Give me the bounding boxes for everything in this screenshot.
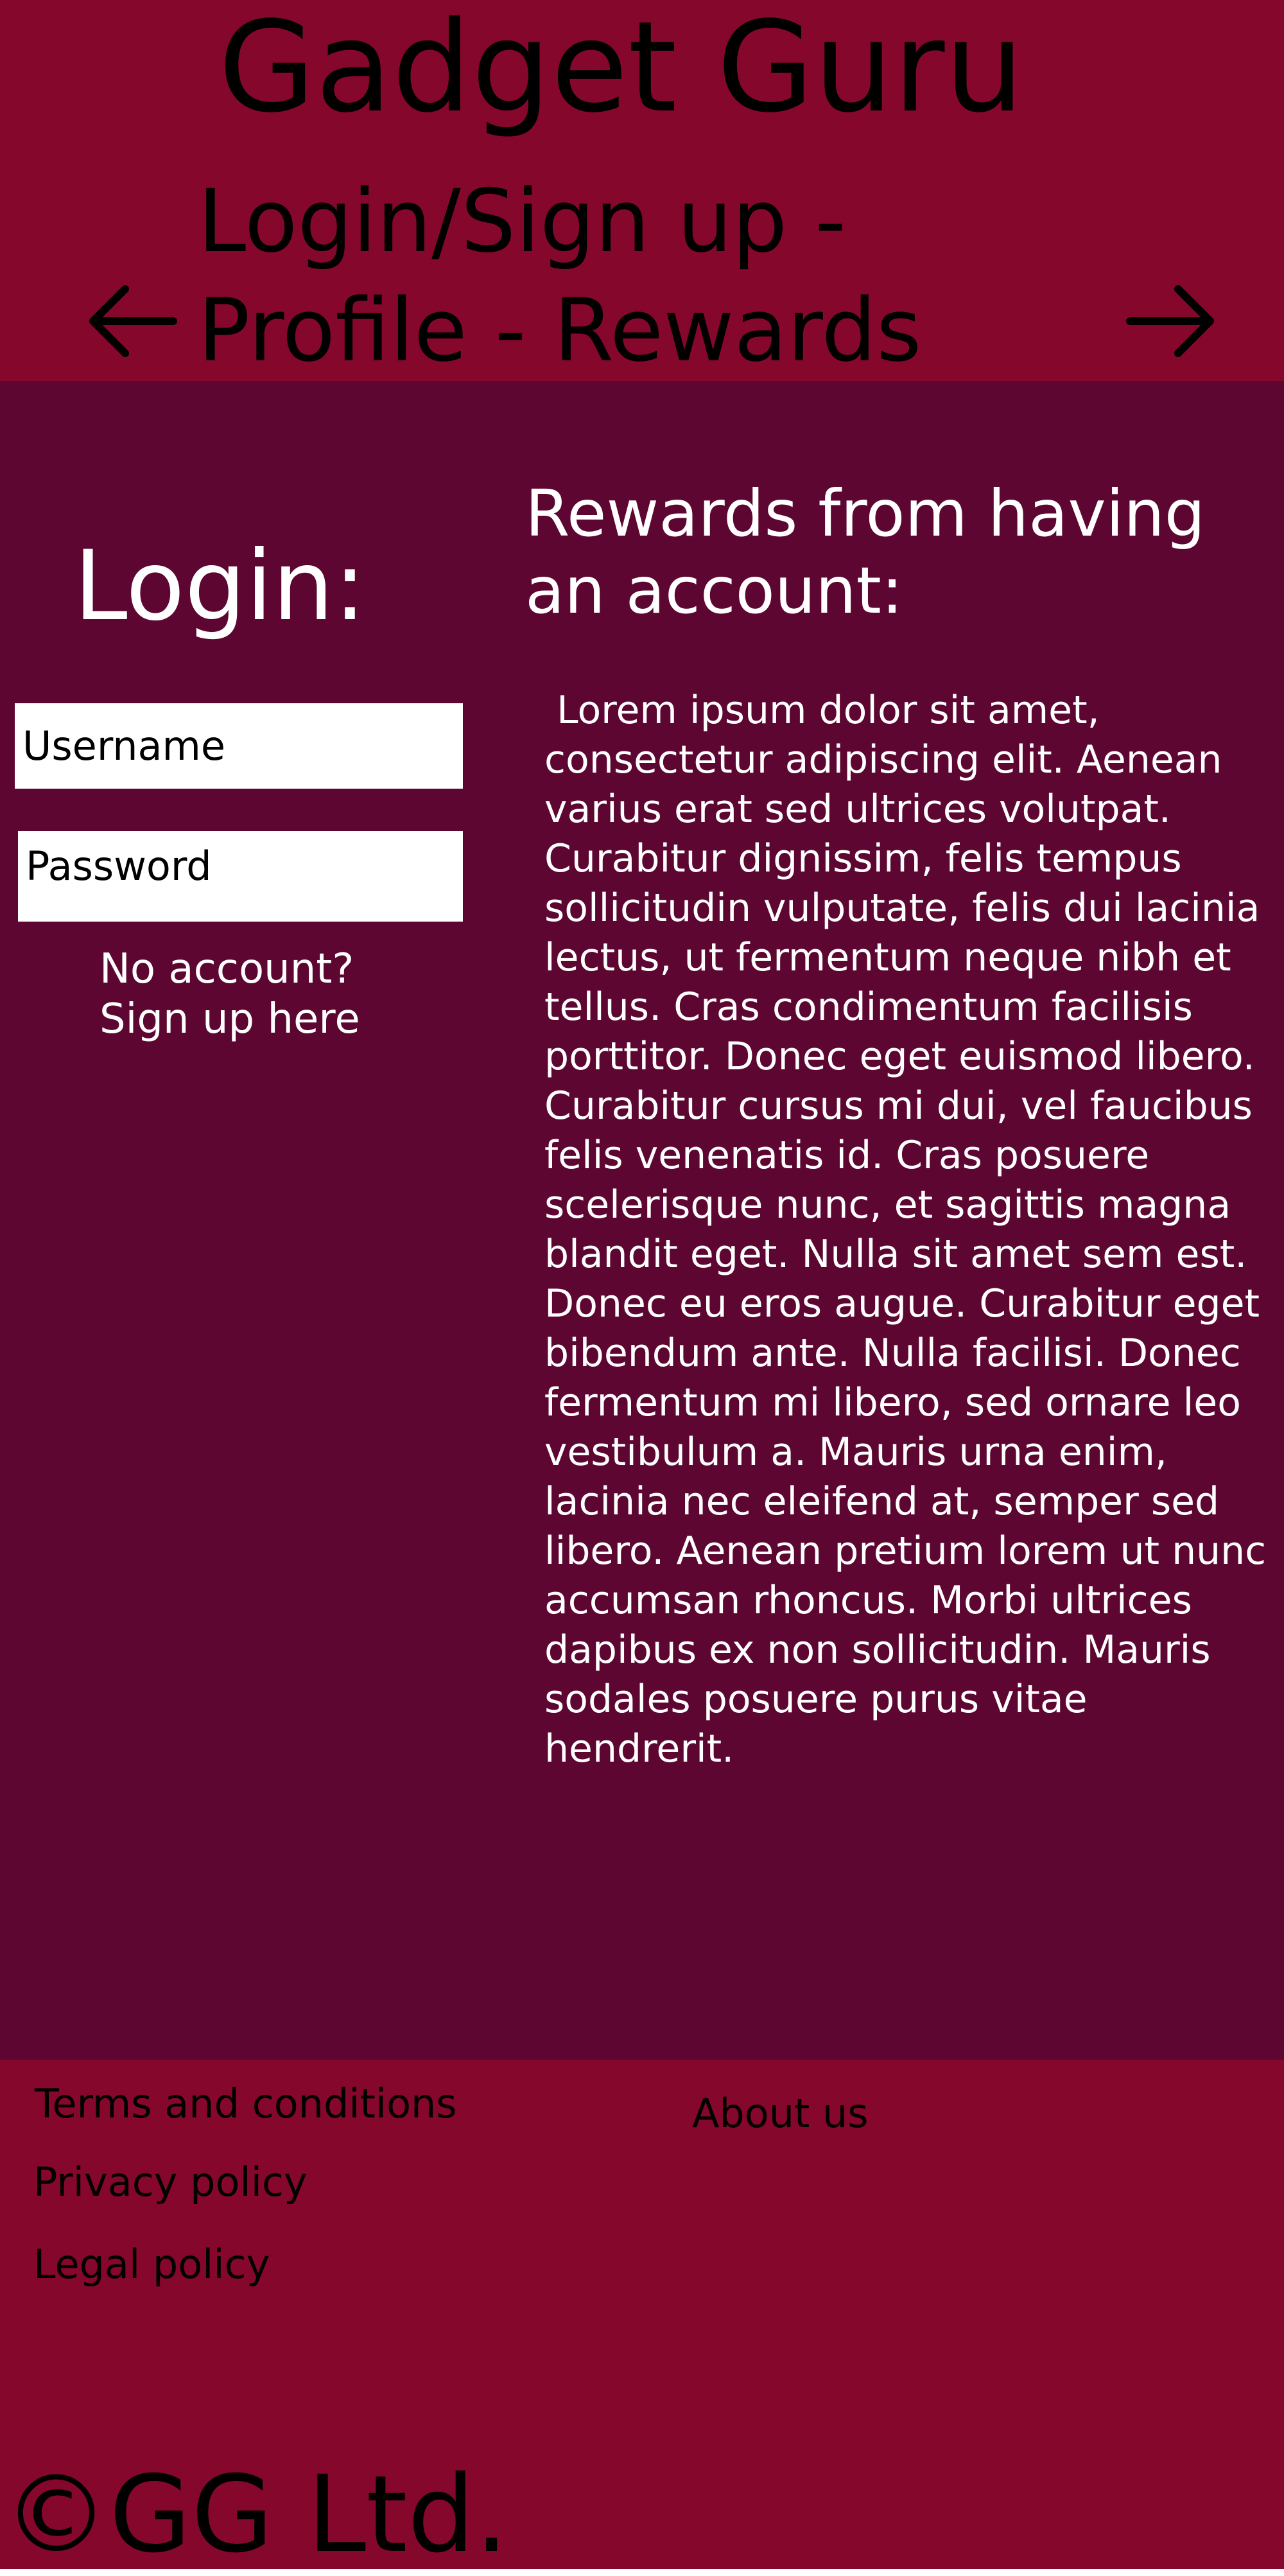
signup-here-label[interactable]: Sign up here bbox=[100, 994, 421, 1044]
arrow-left-icon[interactable] bbox=[80, 270, 183, 372]
rewards-description: Lorem ipsum dolor sit amet, consectetur … bbox=[544, 688, 1267, 1771]
terms-and-conditions-link[interactable]: Terms and conditions bbox=[35, 2081, 457, 2127]
legal-policy-link[interactable]: Legal policy bbox=[33, 2241, 270, 2288]
rewards-heading: Rewards from having an account: bbox=[525, 476, 1206, 628]
password-field[interactable] bbox=[18, 831, 463, 922]
about-us-link[interactable]: About us bbox=[692, 2090, 869, 2137]
site-title: Gadget Guru bbox=[218, 0, 1025, 140]
signup-link[interactable]: No account? Sign up here bbox=[100, 944, 421, 1044]
signup-question: No account? bbox=[100, 945, 354, 993]
login-heading: Login: bbox=[74, 530, 367, 642]
arrow-right-icon[interactable] bbox=[1120, 270, 1223, 372]
privacy-policy-link[interactable]: Privacy policy bbox=[33, 2159, 308, 2205]
username-field[interactable] bbox=[15, 703, 463, 789]
page-navigation-text[interactable]: Login/Sign up - Profile - Rewards bbox=[198, 167, 1032, 385]
copyright-notice: ©GG Ltd. bbox=[3, 2453, 508, 2576]
